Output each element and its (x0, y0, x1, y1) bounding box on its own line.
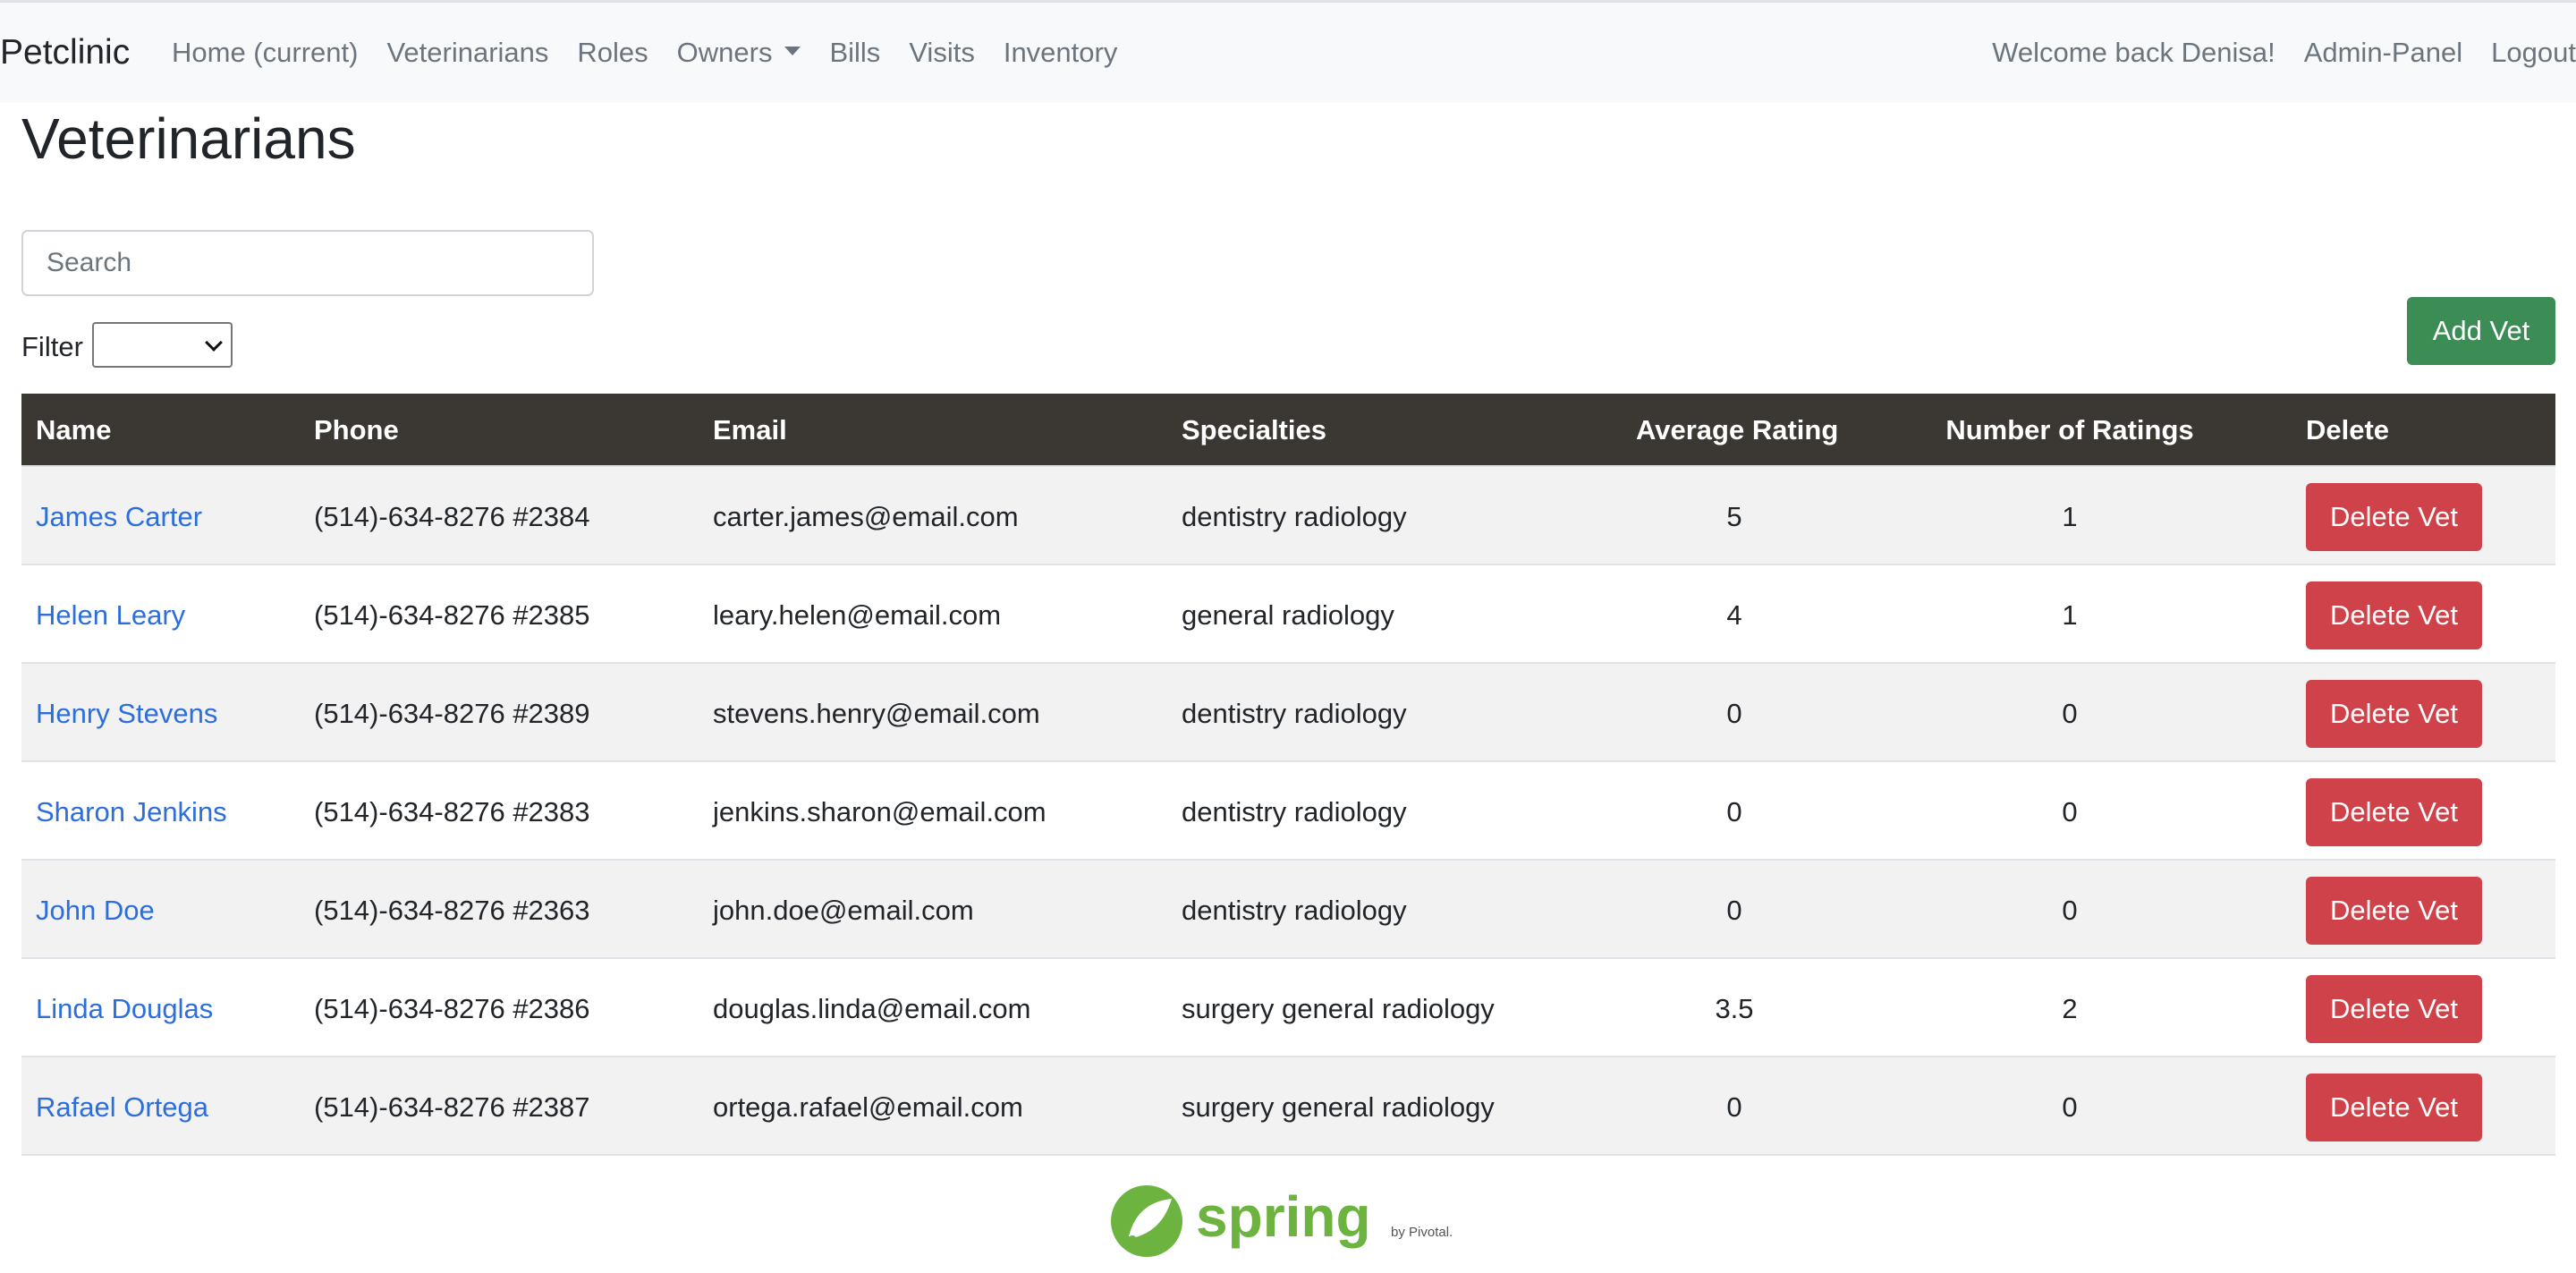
nav-owners-dropdown[interactable]: Owners (677, 37, 801, 69)
table-header: Name Phone Email Specialties Average Rat… (21, 394, 2555, 465)
vet-name-link[interactable]: Rafael Ortega (36, 1091, 208, 1124)
caret-down-icon (784, 46, 801, 55)
header-name: Name (36, 414, 112, 446)
vet-name-link[interactable]: James Carter (36, 501, 202, 533)
filter-select[interactable] (92, 322, 233, 368)
vet-average-rating: 5 (1726, 501, 1742, 532)
nav-visits[interactable]: Visits (909, 37, 975, 69)
header-average-rating: Average Rating (1636, 414, 1839, 446)
delete-vet-button[interactable]: Delete Vet (2306, 778, 2482, 846)
add-vet-button[interactable]: Add Vet (2407, 297, 2555, 365)
vet-phone: (514)-634-8276 #2383 (314, 796, 590, 827)
delete-vet-button[interactable]: Delete Vet (2306, 975, 2482, 1043)
vet-name-link[interactable]: John Doe (36, 895, 155, 927)
header-delete: Delete (2306, 414, 2390, 446)
vet-email: john.doe@email.com (713, 895, 974, 926)
vet-number-of-ratings: 0 (2062, 895, 2078, 926)
delete-vet-button[interactable]: Delete Vet (2306, 1074, 2482, 1141)
vet-email: carter.james@email.com (713, 501, 1019, 532)
vet-name-link[interactable]: Sharon Jenkins (36, 796, 227, 828)
vet-email: douglas.linda@email.com (713, 993, 1031, 1024)
header-number-of-ratings: Number of Ratings (1945, 414, 2194, 446)
vet-phone: (514)-634-8276 #2385 (314, 599, 590, 631)
nav-owners-label: Owners (676, 37, 773, 68)
vet-email: ortega.rafael@email.com (713, 1091, 1023, 1123)
vet-number-of-ratings: 1 (2062, 501, 2078, 532)
admin-panel-link[interactable]: Admin-Panel (2304, 37, 2462, 69)
spring-logo-text: spring (1196, 1184, 1371, 1249)
vet-average-rating: 0 (1726, 1091, 1742, 1123)
vet-number-of-ratings: 2 (2062, 993, 2078, 1024)
brand-logo[interactable]: Petclinic (0, 33, 130, 72)
vet-number-of-ratings: 0 (2062, 796, 2078, 827)
spring-logo: spring by Pivotal. (1111, 1184, 1453, 1257)
header-phone: Phone (314, 414, 399, 446)
nav-home[interactable]: Home (current) (172, 37, 358, 69)
vets-table: Name Phone Email Specialties Average Rat… (21, 394, 2555, 1156)
vet-number-of-ratings: 0 (2062, 698, 2078, 729)
delete-vet-button[interactable]: Delete Vet (2306, 877, 2482, 945)
vet-name-link[interactable]: Linda Douglas (36, 993, 213, 1025)
logout-link[interactable]: Logout (2491, 37, 2576, 69)
table-row: Rafael Ortega (514)-634-8276 #2387 orteg… (21, 1056, 2555, 1154)
welcome-link[interactable]: Welcome back Denisa! (1992, 37, 2275, 69)
filter-label: Filter (21, 331, 83, 362)
vet-phone: (514)-634-8276 #2386 (314, 993, 590, 1024)
vet-phone: (514)-634-8276 #2384 (314, 501, 590, 532)
vet-email: stevens.henry@email.com (713, 698, 1040, 729)
header-specialties: Specialties (1182, 414, 1326, 446)
table-row: Sharon Jenkins (514)-634-8276 #2383 jenk… (21, 760, 2555, 859)
vet-average-rating: 4 (1726, 599, 1742, 631)
vet-name-link[interactable]: Henry Stevens (36, 698, 217, 730)
page-title: Veterinarians (21, 106, 356, 171)
delete-vet-button[interactable]: Delete Vet (2306, 483, 2482, 551)
nav-user-links: Welcome back Denisa! Admin-Panel Logout (1992, 37, 2576, 69)
vet-specialties: surgery general radiology (1182, 993, 1495, 1024)
table-row: James Carter (514)-634-8276 #2384 carter… (21, 465, 2555, 564)
table-row: John Doe (514)-634-8276 #2363 john.doe@e… (21, 859, 2555, 957)
delete-vet-button[interactable]: Delete Vet (2306, 581, 2482, 649)
search-input[interactable] (21, 230, 594, 296)
vet-phone: (514)-634-8276 #2389 (314, 698, 590, 729)
vet-name-link[interactable]: Helen Leary (36, 599, 185, 632)
vet-specialties: general radiology (1182, 599, 1394, 631)
table-row: Helen Leary (514)-634-8276 #2385 leary.h… (21, 564, 2555, 662)
header-email: Email (713, 414, 787, 446)
navbar: Petclinic Home (current) Veterinarians R… (0, 3, 2576, 103)
vet-number-of-ratings: 1 (2062, 599, 2078, 631)
vet-average-rating: 3.5 (1715, 993, 1754, 1024)
vet-phone: (514)-634-8276 #2387 (314, 1091, 590, 1123)
table-row: Linda Douglas (514)-634-8276 #2386 dougl… (21, 957, 2555, 1056)
vet-email: jenkins.sharon@email.com (713, 796, 1046, 827)
vet-specialties: dentistry radiology (1182, 698, 1407, 729)
vet-specialties: dentistry radiology (1182, 501, 1407, 532)
vet-email: leary.helen@email.com (713, 599, 1002, 631)
vet-phone: (514)-634-8276 #2363 (314, 895, 590, 926)
vet-average-rating: 0 (1726, 698, 1742, 729)
vet-specialties: surgery general radiology (1182, 1091, 1495, 1123)
vet-average-rating: 0 (1726, 895, 1742, 926)
chevron-down-icon (205, 334, 223, 352)
vet-specialties: dentistry radiology (1182, 796, 1407, 827)
nav-roles[interactable]: Roles (577, 37, 648, 69)
pivotal-logo-text: by Pivotal. (1391, 1225, 1453, 1240)
nav-links: Home (current) Veterinarians Roles Owner… (172, 37, 1117, 69)
vet-specialties: dentistry radiology (1182, 895, 1407, 926)
delete-vet-button[interactable]: Delete Vet (2306, 680, 2482, 748)
vet-number-of-ratings: 0 (2062, 1091, 2078, 1123)
nav-bills[interactable]: Bills (829, 37, 880, 69)
table-bottom-border (21, 1154, 2555, 1156)
nav-veterinarians[interactable]: Veterinarians (386, 37, 548, 69)
nav-inventory[interactable]: Inventory (1004, 37, 1118, 69)
vet-average-rating: 0 (1726, 796, 1742, 827)
table-row: Henry Stevens (514)-634-8276 #2389 steve… (21, 662, 2555, 760)
